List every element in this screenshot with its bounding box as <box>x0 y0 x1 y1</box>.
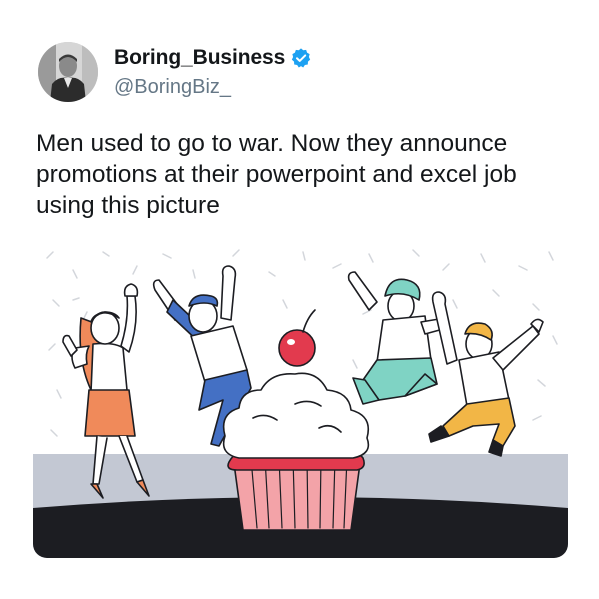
cupcake <box>222 309 370 531</box>
businessman-photo-icon <box>38 42 98 102</box>
verified-badge-icon <box>290 47 312 69</box>
yellow-pants-man-figure <box>428 291 544 457</box>
tweet-text: Men used to go to war. Now they announce… <box>36 130 517 219</box>
author-name-row: Boring_Business <box>114 46 312 70</box>
author-display-name[interactable]: Boring_Business <box>114 46 285 70</box>
celebration-illustration <box>33 249 568 558</box>
author-handle[interactable]: @BoringBiz_ <box>114 76 231 99</box>
teal-figure <box>347 271 448 405</box>
author-avatar[interactable] <box>38 42 98 102</box>
tweet-media-image[interactable] <box>33 240 568 558</box>
tweet-card: Boring_Business @BoringBiz_ Men used to … <box>0 0 599 599</box>
